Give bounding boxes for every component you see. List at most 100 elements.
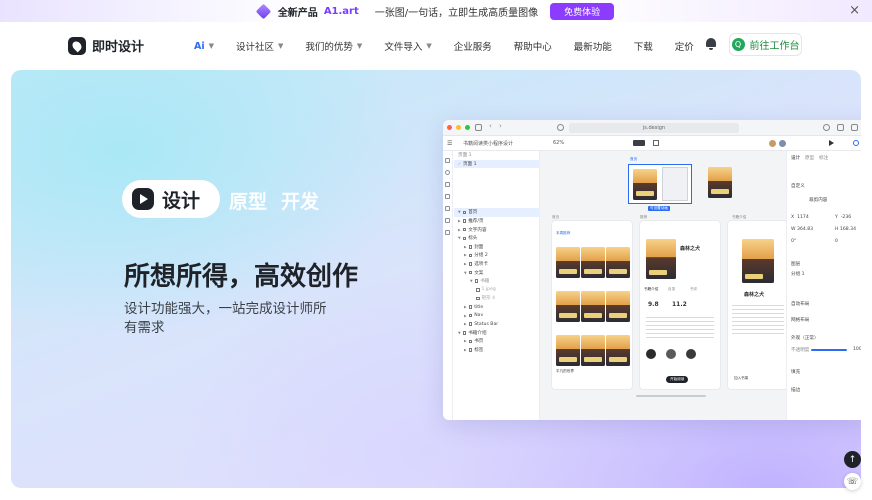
frame-type[interactable]: 自定义 — [791, 183, 805, 189]
tag-develop[interactable]: 开发 — [281, 187, 319, 214]
workspace-icon: Q — [731, 38, 745, 51]
window-min-dot — [456, 125, 461, 130]
layer-item[interactable]: 1.jpeg — [454, 286, 539, 295]
workspace-label: 前往工作台 — [749, 41, 800, 52]
avatar — [779, 140, 786, 147]
layer-item[interactable]: ▶ 文字内容 — [454, 225, 539, 234]
group-name: 分组 1 — [791, 272, 805, 277]
chevron-down-icon: ▼ — [426, 42, 432, 50]
window-titlebar: ‹ › js.design — [443, 120, 861, 136]
clip-content[interactable]: 裁剪内容 — [809, 197, 827, 203]
editor-toolbar: ☰ 书籍阅读类小程序设计 62% — [443, 136, 861, 151]
y-field[interactable]: Y -236 — [835, 215, 851, 220]
chevron-down-icon: ▼ — [356, 42, 363, 50]
support-icon[interactable]: ☏ — [844, 473, 861, 490]
hero-section: 设计 原型 开发 所想所得，高效创作 设计功能强大，一站完成设计师所有需求 ‹ … — [11, 70, 861, 488]
nav-item-ai[interactable]: Ai ▼ — [194, 39, 214, 53]
grid-section[interactable]: 网格布局 — [791, 317, 809, 323]
promo-banner[interactable]: 全新产品 A1.art 一张图/一句话，立即生成高质量图像 免费体验 × — [0, 0, 872, 22]
help-icon — [853, 140, 859, 146]
layer-item[interactable]: ▶ 封面 — [454, 243, 539, 252]
close-icon[interactable]: × — [849, 3, 860, 18]
page-item[interactable]: ✓ 页面 1 — [454, 159, 539, 169]
nav-item-advantages[interactable]: 我们的优势 ▼ — [305, 39, 362, 53]
workspace-button[interactable]: Q 前往工作台 — [729, 33, 802, 56]
layer-item[interactable]: ▶ 选项卡 — [454, 260, 539, 269]
properties-panel: 设计 原型 标注 自定义 裁剪内容 X 1174 Y -236 W 364.83… — [786, 151, 861, 420]
tab-annotation[interactable]: 标注 — [819, 155, 828, 161]
layer-item[interactable]: ▶ 分组 2 — [454, 251, 539, 260]
opacity-value[interactable]: 100% — [853, 347, 861, 352]
rotation-field[interactable]: 0° — [791, 239, 796, 244]
url-bar: js.design — [569, 123, 739, 133]
banner-cta-button[interactable]: 免费体验 — [550, 2, 615, 20]
phone-detail[interactable]: 森林之犬 书籍介绍 目录 书评 9.8 11.2 开始阅读 — [640, 221, 720, 389]
tab-design[interactable]: 设计 — [791, 155, 800, 161]
tools-rail — [443, 151, 453, 420]
banner-new-label: 全新产品 — [277, 7, 318, 19]
nav-item-help[interactable]: 帮助中心 — [514, 39, 552, 53]
layer-item[interactable]: ▼ 首页 — [454, 208, 539, 217]
text-tool-icon — [445, 194, 450, 199]
app-window-mockup: ‹ › js.design ☰ 书籍阅读类小程序设计 62% 页面 1 ✓ 页面… — [443, 120, 861, 420]
layer-item[interactable]: ▼ 标头 — [454, 234, 539, 243]
layer-item[interactable]: ▶ Status Bar — [454, 320, 539, 329]
layer-item[interactable]: ▶ Nav — [454, 311, 539, 320]
frame-tool-icon — [445, 158, 450, 163]
nav-item-new-features[interactable]: 最新功能 — [574, 39, 612, 53]
layer-item[interactable]: 矩形 4 — [454, 294, 539, 303]
phone-intro[interactable]: 森林之犬 加入书架 — [728, 221, 788, 389]
book-placeholder — [662, 167, 688, 201]
brand-logo[interactable]: 即时设计 — [68, 36, 144, 55]
radius-field[interactable]: 0 — [835, 239, 838, 244]
sidebar-toggle-icon — [475, 124, 482, 131]
stroke-section[interactable]: 描边 — [791, 387, 800, 393]
tag-prototype[interactable]: 原型 — [229, 187, 267, 214]
play-icon — [132, 188, 154, 210]
col-label: 首页 — [552, 215, 560, 219]
brand-name: 即时设计 — [92, 40, 145, 55]
layer-item[interactable]: ▶ title — [454, 303, 539, 312]
scrollbar[interactable] — [636, 395, 706, 397]
tag-design-pill[interactable]: 设计 — [122, 180, 220, 218]
layer-item[interactable]: ▼ 书籍 — [454, 277, 539, 286]
frame-label: 首页 — [630, 157, 638, 161]
bell-icon[interactable] — [706, 38, 716, 50]
hero-subline: 设计功能强大，一站完成设计师所有需求 — [124, 301, 327, 336]
layer-section: 图层 — [791, 262, 801, 267]
nav-item-community[interactable]: 设计社区 ▼ — [236, 39, 283, 53]
nav-item-download[interactable]: 下载 — [634, 39, 653, 53]
tab-prototype[interactable]: 原型 — [805, 155, 814, 161]
selected-frame[interactable] — [628, 164, 692, 204]
layer-item[interactable]: ▶ 标签 — [454, 346, 539, 355]
layer-item[interactable]: ▶ 推荐/页 — [454, 217, 539, 226]
chevron-down-icon: ▼ — [278, 42, 284, 50]
nav-item-enterprise[interactable]: 企业服务 — [454, 39, 492, 53]
banner-product[interactable]: A1.art — [324, 6, 359, 17]
logo-icon — [68, 36, 86, 55]
file-name: 书籍阅读类小程序设计 — [463, 141, 514, 147]
w-field[interactable]: W 364.83 — [791, 227, 813, 232]
zoom-level: 62% — [553, 140, 565, 146]
animation-badge: 可设置动画 — [648, 206, 670, 211]
design-canvas[interactable]: 首页 可设置动画 首页 推荐 书籍介绍 本周推荐 平凡的世界 森林之犬 书籍介绍… — [540, 151, 788, 420]
nav-item-pricing[interactable]: 定价 — [675, 39, 694, 53]
share-icon — [837, 124, 844, 131]
back-to-top-button[interactable]: ↑ — [844, 451, 861, 468]
x-field[interactable]: X 1174 — [791, 215, 809, 220]
menu-icon: ☰ — [447, 140, 453, 147]
phone-home[interactable]: 本周推荐 平凡的世界 — [552, 221, 632, 389]
auto-layout-section[interactable]: 自动布局 — [791, 301, 809, 307]
layer-item[interactable]: ▼ 书籍介绍 — [454, 329, 539, 338]
opacity-slider[interactable] — [811, 349, 847, 351]
layer-item[interactable]: ▼ 文案 — [454, 268, 539, 277]
layer-item[interactable]: ▶ 书页 — [454, 337, 539, 346]
h-field[interactable]: H 168.34 — [835, 227, 856, 232]
plugin-tool-icon — [445, 230, 450, 235]
ellipse-tool-icon — [445, 170, 450, 175]
nav-item-import[interactable]: 文件导入 ▼ — [384, 39, 431, 53]
book-cover — [708, 167, 732, 198]
code-icon — [653, 140, 659, 146]
layers-panel: 页面 1 ✓ 页面 1 ▼ 首页 ▶ 推荐/页 ▶ 文字内容 ▼ 标头 ▶ 封面 ▶ 分组 2… — [454, 151, 540, 420]
fill-section[interactable]: 填充 — [791, 369, 800, 375]
